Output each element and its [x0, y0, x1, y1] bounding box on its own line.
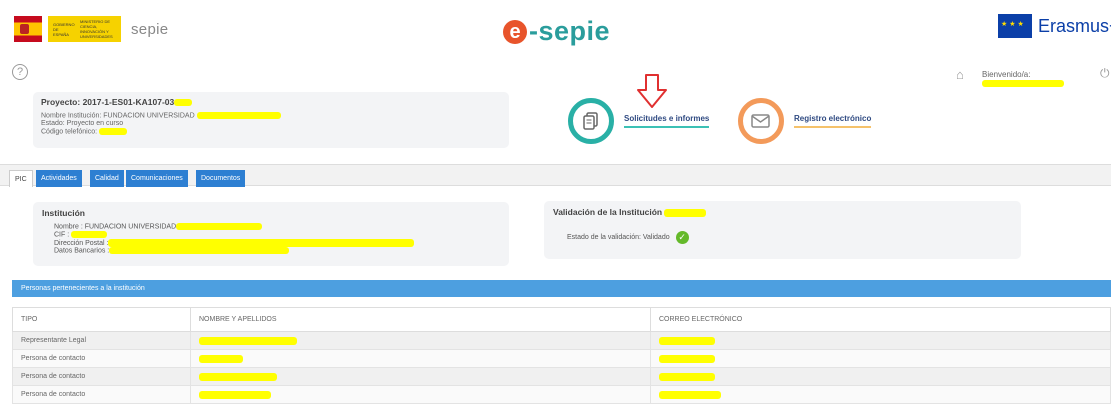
brand-text: -sepie — [529, 16, 611, 46]
welcome-text: Bienvenido/a: — [982, 70, 1111, 88]
check-icon: ✓ — [675, 231, 689, 244]
persons-table: TIPO NOMBRE Y APELLIDOS CORREO ELECTRÓNI… — [12, 307, 1111, 404]
project-title-text: Proyecto: 2017-1-ES01-KA107-03 — [41, 97, 175, 107]
redacted-name — [199, 390, 271, 399]
persons-section-header: Personas pertenecientes a la institución — [12, 280, 1111, 297]
cell-tipo: Persona de contacto — [12, 385, 191, 404]
gov-logo: GOBIERNO DE ESPAÑA MINISTERIO DE CIENCIA… — [14, 14, 168, 44]
tab-bar: PIC Actividades Calidad Comunicaciones D… — [0, 164, 1111, 187]
cell-nombre — [190, 385, 651, 404]
brand-letter: e — [503, 19, 527, 44]
table-row[interactable]: Persona de contacto — [12, 385, 1111, 404]
tab-pic[interactable]: PIC — [9, 170, 33, 187]
sepie-logo-small: sepie — [131, 20, 169, 38]
eu-flag-icon — [998, 14, 1032, 38]
institution-bank-text: Datos Bancarios : — [54, 247, 110, 255]
redacted-institution-name — [176, 223, 263, 230]
power-icon[interactable]: ⏻ — [1100, 66, 1110, 81]
mail-icon — [738, 98, 784, 144]
registro-shortcut[interactable]: Registro electrónico — [738, 98, 872, 144]
solicitudes-shortcut[interactable]: Solicitudes e informes — [568, 98, 710, 144]
esepie-logo[interactable]: e -sepie — [503, 16, 610, 47]
institution-address: Dirección Postal : — [42, 238, 500, 247]
redacted-validation-name — [664, 208, 707, 217]
cell-tipo: Representante Legal — [12, 331, 191, 350]
redacted-email — [659, 336, 715, 345]
validation-status: Estado de la validación: Validado ✓ — [553, 231, 1012, 244]
redacted-address — [108, 238, 415, 247]
project-phone: Código telefónico: — [41, 128, 501, 136]
redacted-cif — [71, 230, 108, 238]
cell-tipo: Persona de contacto — [12, 367, 191, 386]
gov-text-1: GOBIERNO DE ESPAÑA — [53, 21, 75, 37]
validation-title: Validación de la Institución — [553, 207, 1012, 217]
cell-nombre — [190, 331, 651, 350]
cell-correo — [650, 385, 1111, 404]
cell-nombre — [190, 349, 651, 368]
table-row[interactable]: Representante Legal — [12, 331, 1111, 350]
project-status: Estado: Proyecto en curso — [41, 120, 124, 128]
institution-name: Nombre : FUNDACION UNIVERSIDAD — [42, 223, 500, 231]
erasmus-logo: Erasmus+ — [998, 14, 1111, 38]
gov-text-2: MINISTERIO DE CIENCIA, INNOVACIÓN Y UNIV… — [80, 19, 113, 39]
table-row[interactable]: Persona de contacto — [12, 367, 1111, 386]
tab-calidad[interactable]: Calidad — [90, 170, 124, 187]
cell-correo — [650, 331, 1111, 350]
spain-flag-icon — [14, 16, 42, 42]
institution-cif-text: CIF : — [54, 231, 70, 239]
validation-status-text: Estado de la validación: Validado — [567, 234, 670, 241]
institution-address-text: Dirección Postal : — [54, 239, 109, 247]
tab-actividades[interactable]: Actividades — [36, 170, 82, 187]
project-phone-text: Código telefónico: — [41, 128, 98, 136]
tab-documentos[interactable]: Documentos — [196, 170, 246, 187]
institution-title: Institución — [42, 208, 85, 218]
cell-nombre — [190, 367, 651, 386]
validation-title-text: Validación de la Institución — [553, 207, 663, 217]
redacted-name — [199, 354, 243, 363]
project-institution-text: Nombre Institución: FUNDACION UNIVERSIDA… — [41, 112, 195, 120]
redacted-name — [199, 372, 277, 381]
documents-icon — [568, 98, 614, 144]
redacted-username — [982, 80, 1064, 88]
solicitudes-link[interactable]: Solicitudes e informes — [624, 114, 710, 128]
project-institution: Nombre Institución: FUNDACION UNIVERSIDA… — [41, 112, 501, 120]
redacted-email — [659, 390, 721, 399]
erasmus-text: Erasmus+ — [1038, 15, 1111, 36]
cell-tipo: Persona de contacto — [12, 349, 191, 368]
redacted-institution-name — [196, 112, 281, 119]
cell-correo — [650, 367, 1111, 386]
validation-card: Validación de la Institución Estado de l… — [544, 201, 1021, 259]
project-title: Proyecto: 2017-1-ES01-KA107-03 — [41, 97, 501, 107]
table-header-row: TIPO NOMBRE Y APELLIDOS CORREO ELECTRÓNI… — [12, 307, 1111, 332]
registro-link[interactable]: Registro electrónico — [794, 114, 872, 128]
welcome-label: Bienvenido/a: — [982, 70, 1031, 79]
cell-correo — [650, 349, 1111, 368]
project-card: Proyecto: 2017-1-ES01-KA107-03 Nombre In… — [33, 92, 509, 148]
column-header-tipo[interactable]: TIPO — [12, 307, 191, 332]
tab-comunicaciones[interactable]: Comunicaciones — [126, 170, 188, 187]
institution-card: Institución Nombre : FUNDACION UNIVERSID… — [33, 202, 509, 266]
column-header-nombre[interactable]: NOMBRE Y APELLIDOS — [190, 307, 651, 332]
gov-logo-box: GOBIERNO DE ESPAÑA MINISTERIO DE CIENCIA… — [48, 16, 121, 42]
redacted-name — [199, 336, 297, 345]
institution-name-text: Nombre : FUNDACION UNIVERSIDAD — [54, 223, 177, 231]
column-header-correo[interactable]: CORREO ELECTRÓNICO — [650, 307, 1111, 332]
institution-bank: Datos Bancarios : — [42, 247, 500, 255]
redacted-email — [659, 354, 715, 363]
redacted-phone — [99, 128, 127, 136]
redacted-bank — [109, 247, 290, 255]
table-row[interactable]: Persona de contacto — [12, 349, 1111, 368]
redacted-email — [659, 372, 715, 381]
institution-cif: CIF : — [42, 230, 500, 239]
help-icon[interactable]: ? — [12, 64, 28, 80]
home-icon[interactable]: ⌂ — [956, 67, 964, 82]
redacted-project-code — [174, 99, 193, 107]
